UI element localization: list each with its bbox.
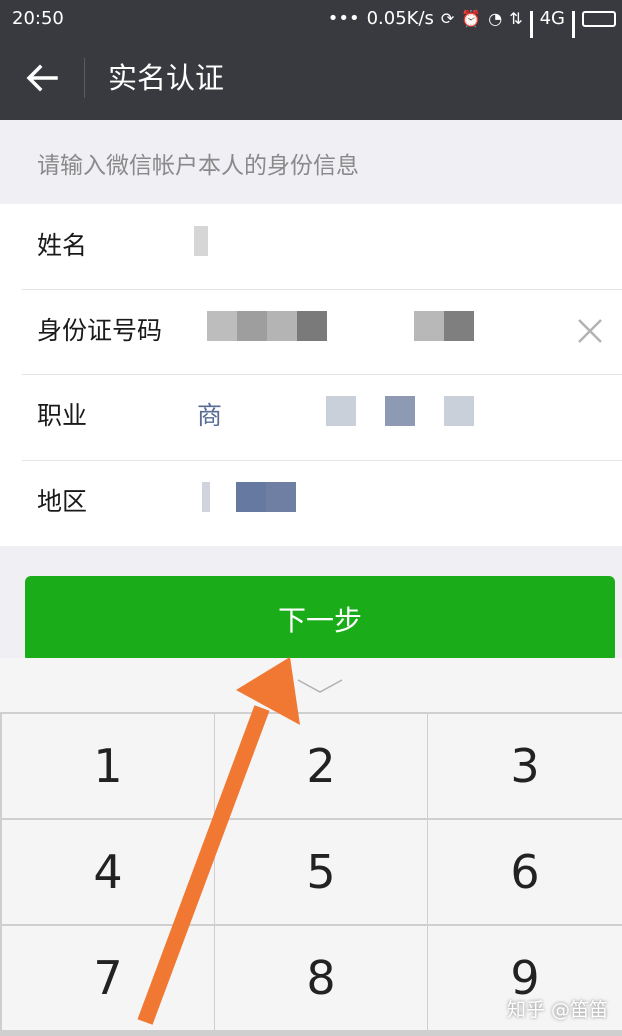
- redacted-block: [237, 311, 267, 341]
- nav-bar: 实名认证: [0, 38, 622, 120]
- more-icon: •••: [327, 8, 360, 29]
- page-title: 实名认证: [108, 61, 225, 95]
- region-row[interactable]: 地区: [0, 460, 622, 545]
- key-2[interactable]: 2: [215, 714, 427, 818]
- redacted-block: [414, 311, 444, 341]
- key-1[interactable]: 1: [2, 714, 214, 818]
- form-hint: 请输入微信帐户本人的身份信息: [37, 153, 359, 179]
- redacted-block: [444, 396, 474, 426]
- next-step-button[interactable]: 下一步: [25, 576, 615, 662]
- identity-form: 姓名 身份证号码 职业 商 地区: [0, 204, 622, 546]
- nav-divider: [84, 58, 85, 98]
- keyboard-toolbar: [0, 658, 622, 712]
- watermark: 知乎 @笛笛: [506, 999, 608, 1021]
- wifi-icon: ◔: [488, 9, 503, 28]
- id-number-label: 身份证号码: [37, 316, 163, 345]
- key-3[interactable]: 3: [428, 714, 622, 818]
- signal-icon: [529, 10, 533, 61]
- signal-icon-2: [572, 10, 575, 61]
- occupation-value[interactable]: 商: [197, 398, 222, 434]
- clear-icon[interactable]: [574, 315, 606, 347]
- redacted-block: [207, 311, 237, 341]
- key-4[interactable]: 4: [2, 820, 214, 924]
- battery-icon: [582, 10, 616, 27]
- redacted-block: [236, 482, 266, 512]
- network-type: 4G: [539, 8, 565, 29]
- sync-icon: ⟳: [440, 9, 455, 28]
- status-indicators: ••• 0.05K/s ⟳ ⏰ ◔ ⇅ 4G: [327, 8, 616, 61]
- name-label: 姓名: [37, 231, 88, 260]
- status-bar: 20:50 ••• 0.05K/s ⟳ ⏰ ◔ ⇅ 4G: [0, 0, 622, 61]
- id-number-row[interactable]: 身份证号码: [0, 289, 622, 374]
- redacted-block: [194, 226, 208, 256]
- occupation-label: 职业: [37, 401, 88, 430]
- key-6[interactable]: 6: [428, 820, 622, 924]
- region-label: 地区: [37, 487, 88, 516]
- back-arrow-icon[interactable]: [22, 58, 62, 98]
- redacted-block: [267, 311, 297, 341]
- status-time: 20:50: [12, 8, 64, 29]
- redacted-block: [297, 311, 327, 341]
- name-row[interactable]: 姓名: [0, 204, 622, 289]
- occupation-row[interactable]: 职业 商: [0, 374, 622, 459]
- redacted-block: [326, 396, 356, 426]
- network-speed: 0.05K/s: [366, 8, 434, 29]
- data-transfer-icon: ⇅: [509, 9, 523, 28]
- chevron-down-icon[interactable]: [296, 676, 344, 696]
- redacted-block: [444, 311, 474, 341]
- key-8[interactable]: 8: [215, 926, 427, 1030]
- numeric-keyboard: 1 2 3 4 5 6 7 8 9: [0, 658, 622, 1036]
- redacted-block: [202, 482, 210, 512]
- redacted-block: [385, 396, 415, 426]
- alarm-icon: ⏰: [461, 9, 482, 28]
- key-5[interactable]: 5: [215, 820, 427, 924]
- redacted-block: [266, 482, 296, 512]
- key-7[interactable]: 7: [2, 926, 214, 1030]
